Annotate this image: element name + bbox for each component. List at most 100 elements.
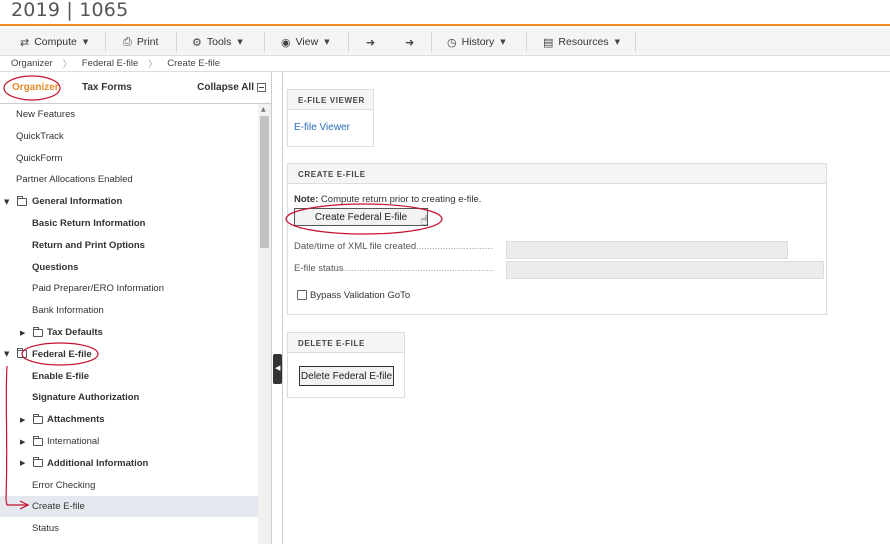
resources-menu[interactable]: ▤ Resources ▼ bbox=[543, 35, 620, 49]
toolbar-divider bbox=[431, 32, 432, 52]
toolbar-divider bbox=[526, 32, 527, 52]
create-efile-panel: CREATE E-FILE Note: Compute return prior… bbox=[287, 163, 827, 315]
toolbar-divider bbox=[176, 32, 177, 52]
hand-cursor-icon: ☝ bbox=[420, 213, 429, 229]
history-menu[interactable]: ◷ History ▼ bbox=[447, 35, 506, 49]
folder-icon bbox=[17, 195, 27, 206]
folder-icon bbox=[33, 326, 43, 337]
tree-item-bank-information[interactable]: Bank Information bbox=[0, 300, 258, 321]
tree-item-additional-information[interactable]: ▶ Additional Information bbox=[0, 453, 258, 474]
tree-item-enable-efile[interactable]: Enable E-file bbox=[0, 366, 258, 387]
tree-item-general-information[interactable]: ▼ General Information bbox=[0, 191, 258, 212]
tree-item-error-checking[interactable]: Error Checking bbox=[0, 475, 258, 496]
breadcrumb: Organizer 〉 Federal E-file 〉 Create E-fi… bbox=[0, 56, 890, 72]
collapsed-arrow-icon[interactable]: ▶ bbox=[20, 459, 25, 467]
arrow-left-icon: ➜ bbox=[366, 35, 376, 49]
efile-status-field bbox=[506, 261, 824, 279]
datetime-label: Date/time of XML file created...........… bbox=[294, 241, 494, 252]
print-label: Print bbox=[136, 36, 159, 48]
tree-item-basic-return-information[interactable]: Basic Return Information bbox=[0, 213, 258, 234]
toolbar: ⇄ Compute ▼ ⎙ Print ⚙ Tools ▼ ◉ View ▼ ➜… bbox=[0, 28, 890, 56]
toolbar-divider bbox=[264, 32, 265, 52]
main-divider bbox=[282, 72, 283, 544]
note-text: Compute return prior to creating e-file. bbox=[320, 194, 482, 205]
delete-federal-efile-button[interactable]: Delete Federal E-file bbox=[299, 366, 394, 386]
compute-label: Compute bbox=[34, 36, 77, 48]
collapse-left-icon: ◀ bbox=[275, 364, 281, 372]
folder-icon bbox=[17, 348, 27, 359]
tab-tax-forms[interactable]: Tax Forms bbox=[82, 82, 132, 93]
tree-item-federal-efile[interactable]: ▼ Federal E-file bbox=[0, 344, 258, 365]
toolbar-divider bbox=[105, 32, 106, 52]
collapse-icon bbox=[257, 83, 266, 92]
efile-status-label: E-file status...........................… bbox=[294, 263, 494, 274]
print-button[interactable]: ⎙ Print bbox=[123, 35, 158, 49]
folder-icon bbox=[33, 435, 43, 446]
title-bar: 2019 | 1065 bbox=[0, 0, 890, 26]
sidebar-tabs: Organizer Tax Forms Collapse All bbox=[0, 72, 272, 104]
briefcase-icon: ▤ bbox=[543, 35, 554, 49]
efile-viewer-header: E-FILE VIEWER bbox=[288, 90, 373, 110]
back-button[interactable]: ➜ bbox=[366, 35, 380, 49]
forward-button[interactable]: ➜ bbox=[405, 35, 419, 49]
panel-collapse-handle[interactable]: ◀ bbox=[273, 354, 282, 384]
toolbar-divider bbox=[348, 32, 349, 52]
chevron-down-icon: ▼ bbox=[237, 38, 243, 46]
breadcrumb-federal-efile[interactable]: Federal E-file bbox=[82, 58, 139, 69]
gear-icon: ⚙ bbox=[192, 35, 202, 49]
chevron-right-icon: 〉 bbox=[148, 60, 158, 70]
tree-item-new-features[interactable]: New Features bbox=[0, 104, 258, 125]
expanded-arrow-icon[interactable]: ▼ bbox=[4, 350, 9, 358]
toolbar-divider bbox=[635, 32, 636, 52]
create-federal-efile-button[interactable]: Create Federal E-file bbox=[294, 208, 428, 226]
tree-item-questions[interactable]: Questions bbox=[0, 257, 258, 278]
tree-item-quickform[interactable]: QuickForm bbox=[0, 148, 258, 169]
chevron-down-icon: ▼ bbox=[324, 38, 330, 46]
expanded-arrow-icon[interactable]: ▼ bbox=[4, 198, 9, 206]
folder-icon bbox=[33, 413, 43, 424]
create-efile-header: CREATE E-FILE bbox=[288, 164, 826, 184]
compute-icon: ⇄ bbox=[20, 35, 30, 49]
collapse-all-label: Collapse All bbox=[197, 82, 254, 93]
tree-item-international[interactable]: ▶ International bbox=[0, 431, 258, 452]
efile-viewer-panel: E-FILE VIEWER E-file Viewer bbox=[287, 89, 374, 147]
tools-label: Tools bbox=[206, 36, 232, 48]
compute-menu[interactable]: ⇄ Compute ▼ bbox=[20, 35, 88, 49]
tools-menu[interactable]: ⚙ Tools ▼ bbox=[192, 35, 243, 49]
collapsed-arrow-icon[interactable]: ▶ bbox=[20, 438, 25, 446]
collapsed-arrow-icon[interactable]: ▶ bbox=[20, 416, 25, 424]
print-icon: ⎙ bbox=[123, 35, 132, 48]
bypass-validation-label: Bypass Validation GoTo bbox=[310, 290, 411, 301]
efile-viewer-link[interactable]: E-file Viewer bbox=[294, 122, 350, 133]
collapsed-arrow-icon[interactable]: ▶ bbox=[20, 329, 25, 337]
sidebar: Organizer Tax Forms Collapse All New Fea… bbox=[0, 72, 272, 544]
arrow-right-icon: ➜ bbox=[405, 35, 415, 49]
collapse-all-button[interactable]: Collapse All bbox=[197, 82, 266, 93]
tree-item-status[interactable]: Status bbox=[0, 518, 258, 539]
tab-organizer[interactable]: Organizer bbox=[12, 82, 59, 93]
chevron-right-icon: 〉 bbox=[62, 60, 72, 70]
view-menu[interactable]: ◉ View ▼ bbox=[281, 35, 330, 49]
delete-efile-header: DELETE E-FILE bbox=[288, 333, 404, 353]
tree-item-quicktrack[interactable]: QuickTrack bbox=[0, 126, 258, 147]
history-icon: ◷ bbox=[447, 35, 457, 49]
note-label: Note: bbox=[294, 194, 319, 205]
organizer-tree: New Features QuickTrack QuickForm Partne… bbox=[0, 104, 258, 544]
compute-note: Note: Compute return prior to creating e… bbox=[294, 194, 481, 205]
tree-item-tax-defaults[interactable]: ▶ Tax Defaults bbox=[0, 322, 258, 343]
tree-item-partner-allocations[interactable]: Partner Allocations Enabled bbox=[0, 169, 258, 190]
tree-item-create-efile[interactable]: Create E-file bbox=[0, 496, 258, 518]
folder-icon bbox=[33, 457, 43, 468]
tree-item-paid-preparer[interactable]: Paid Preparer/ERO Information bbox=[0, 278, 258, 299]
tree-item-signature-authorization[interactable]: Signature Authorization bbox=[0, 387, 258, 408]
tree-item-attachments[interactable]: ▶ Attachments bbox=[0, 409, 258, 430]
delete-efile-panel: DELETE E-FILE Delete Federal E-file bbox=[287, 332, 405, 398]
tree-item-return-print-options[interactable]: Return and Print Options bbox=[0, 235, 258, 256]
scroll-up-icon[interactable]: ▲ bbox=[261, 106, 266, 113]
sidebar-scrollbar[interactable]: ▲ bbox=[258, 104, 271, 544]
breadcrumb-organizer[interactable]: Organizer bbox=[11, 58, 53, 69]
bypass-validation-checkbox[interactable] bbox=[297, 290, 307, 300]
resources-label: Resources bbox=[558, 36, 609, 48]
datetime-field bbox=[506, 241, 788, 259]
scrollbar-thumb[interactable] bbox=[260, 116, 269, 248]
